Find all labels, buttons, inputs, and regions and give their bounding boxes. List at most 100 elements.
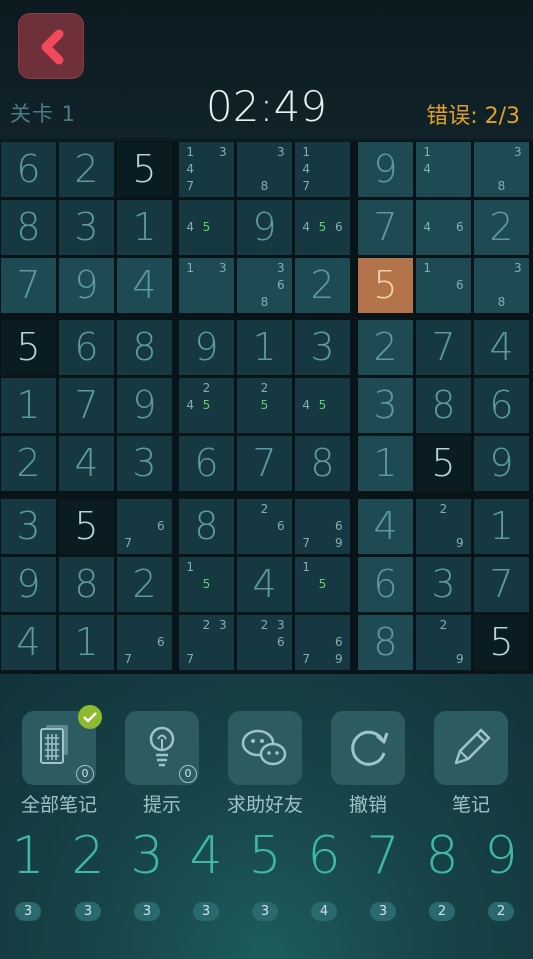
cell-r9c4[interactable]: 23 7	[179, 615, 234, 670]
number-9-button[interactable]: 9	[472, 826, 530, 886]
cell-r6c2[interactable]: 4	[59, 436, 114, 491]
back-button[interactable]	[18, 13, 84, 79]
cell-r1c6[interactable]: 1 4 7	[295, 142, 350, 197]
cell-r4c2[interactable]: 6	[59, 320, 114, 375]
number-1-button[interactable]: 1	[0, 826, 57, 886]
cell-r7c5[interactable]: 26	[237, 499, 292, 554]
cell-r9c5[interactable]: 23 6	[237, 615, 292, 670]
cell-r8c8[interactable]: 3	[416, 557, 471, 612]
cell-r9c3[interactable]: 67	[117, 615, 172, 670]
cell-value: 3	[74, 205, 99, 249]
cell-r2c5[interactable]: 9	[237, 200, 292, 255]
cell-r5c2[interactable]: 7	[59, 378, 114, 433]
cell-r4c6[interactable]: 3	[295, 320, 350, 375]
cell-r9c1[interactable]: 4	[1, 615, 56, 670]
cell-r8c7[interactable]: 6	[358, 557, 413, 612]
cell-r8c3[interactable]: 2	[117, 557, 172, 612]
cell-r6c6[interactable]: 8	[295, 436, 350, 491]
cell-r8c5[interactable]: 4	[237, 557, 292, 612]
cell-r1c4[interactable]: 1 3 4 7	[179, 142, 234, 197]
cell-r7c7[interactable]: 4	[358, 499, 413, 554]
note-digit: 5	[260, 398, 269, 412]
cell-r9c8[interactable]: 29	[416, 615, 471, 670]
cell-r1c3[interactable]: 5	[117, 142, 172, 197]
note-digit	[331, 576, 347, 593]
cell-r7c4[interactable]: 8	[179, 499, 234, 554]
cell-r4c9[interactable]: 4	[474, 320, 529, 375]
cell-r3c3[interactable]: 4	[117, 258, 172, 313]
cell-r7c1[interactable]: 3	[1, 499, 56, 554]
cell-r3c4[interactable]: 13	[179, 258, 234, 313]
cell-r5c4[interactable]: 245	[179, 378, 234, 433]
cell-r6c9[interactable]: 9	[474, 436, 529, 491]
cell-r7c2[interactable]: 5	[59, 499, 114, 554]
cell-r4c3[interactable]: 8	[117, 320, 172, 375]
cell-r1c8[interactable]: 14	[416, 142, 471, 197]
cell-r5c1[interactable]: 1	[1, 378, 56, 433]
cell-r6c7[interactable]: 1	[358, 436, 413, 491]
number-7-button[interactable]: 7	[354, 826, 412, 886]
cell-r4c5[interactable]: 1	[237, 320, 292, 375]
cell-r2c6[interactable]: 456	[295, 200, 350, 255]
cell-r2c7[interactable]: 7	[358, 200, 413, 255]
cell-r5c9[interactable]: 6	[474, 378, 529, 433]
cell-r5c5[interactable]: 25	[237, 378, 292, 433]
cell-r8c2[interactable]: 8	[59, 557, 114, 612]
cell-r6c3[interactable]: 3	[117, 436, 172, 491]
cell-r8c1[interactable]: 9	[1, 557, 56, 612]
number-6-button[interactable]: 6	[295, 826, 353, 886]
cell-r6c5[interactable]: 7	[237, 436, 292, 491]
cell-r7c9[interactable]: 1	[474, 499, 529, 554]
cell-r2c8[interactable]: 46	[416, 200, 471, 255]
cell-r9c9[interactable]: 5	[474, 615, 529, 670]
cell-r6c4[interactable]: 6	[179, 436, 234, 491]
cell-r5c7[interactable]: 3	[358, 378, 413, 433]
number-2-button[interactable]: 2	[59, 826, 117, 886]
number-3-button[interactable]: 3	[118, 826, 176, 886]
cell-r9c2[interactable]: 1	[59, 615, 114, 670]
cell-r2c2[interactable]: 3	[59, 200, 114, 255]
cell-r7c6[interactable]: 6 7 9	[295, 499, 350, 554]
cell-r4c4[interactable]: 9	[179, 320, 234, 375]
cell-r4c1[interactable]: 5	[1, 320, 56, 375]
cell-r6c8[interactable]: 5	[416, 436, 471, 491]
undo-button[interactable]	[331, 711, 405, 785]
cell-r3c2[interactable]: 9	[59, 258, 114, 313]
cell-r9c6[interactable]: 6 7 9	[295, 615, 350, 670]
cell-r1c2[interactable]: 2	[59, 142, 114, 197]
cell-r5c6[interactable]: 45	[295, 378, 350, 433]
number-5-button[interactable]: 5	[236, 826, 294, 886]
cell-r5c3[interactable]: 9	[117, 378, 172, 433]
cell-r3c6[interactable]: 2	[295, 258, 350, 313]
cell-r2c4[interactable]: 45	[179, 200, 234, 255]
cell-r3c7[interactable]: 5	[358, 258, 413, 313]
cell-r8c4[interactable]: 15	[179, 557, 234, 612]
note-digit	[314, 535, 330, 552]
cell-r3c1[interactable]: 7	[1, 258, 56, 313]
cell-r7c8[interactable]: 29	[416, 499, 471, 554]
cell-r2c3[interactable]: 1	[117, 200, 172, 255]
cell-r9c7[interactable]: 8	[358, 615, 413, 670]
ask-friend-button[interactable]	[228, 711, 302, 785]
cell-r3c8[interactable]: 16	[416, 258, 471, 313]
cell-r4c7[interactable]: 2	[358, 320, 413, 375]
notes-toggle-button[interactable]	[434, 711, 508, 785]
cell-value: 6	[373, 562, 398, 606]
cell-r1c5[interactable]: 38	[237, 142, 292, 197]
cell-r3c9[interactable]: 38	[474, 258, 529, 313]
cell-r2c1[interactable]: 8	[1, 200, 56, 255]
remaining-count-badge: 3	[134, 902, 160, 921]
cell-r1c1[interactable]: 6	[1, 142, 56, 197]
number-8-button[interactable]: 8	[413, 826, 471, 886]
number-4-button[interactable]: 4	[177, 826, 235, 886]
cell-r3c5[interactable]: 3 68	[237, 258, 292, 313]
cell-r8c9[interactable]: 7	[474, 557, 529, 612]
cell-r1c9[interactable]: 38	[474, 142, 529, 197]
cell-r7c3[interactable]: 67	[117, 499, 172, 554]
cell-r6c1[interactable]: 2	[1, 436, 56, 491]
cell-r5c8[interactable]: 8	[416, 378, 471, 433]
cell-r8c6[interactable]: 15	[295, 557, 350, 612]
cell-r1c7[interactable]: 9	[358, 142, 413, 197]
cell-r2c9[interactable]: 2	[474, 200, 529, 255]
cell-r4c8[interactable]: 7	[416, 320, 471, 375]
